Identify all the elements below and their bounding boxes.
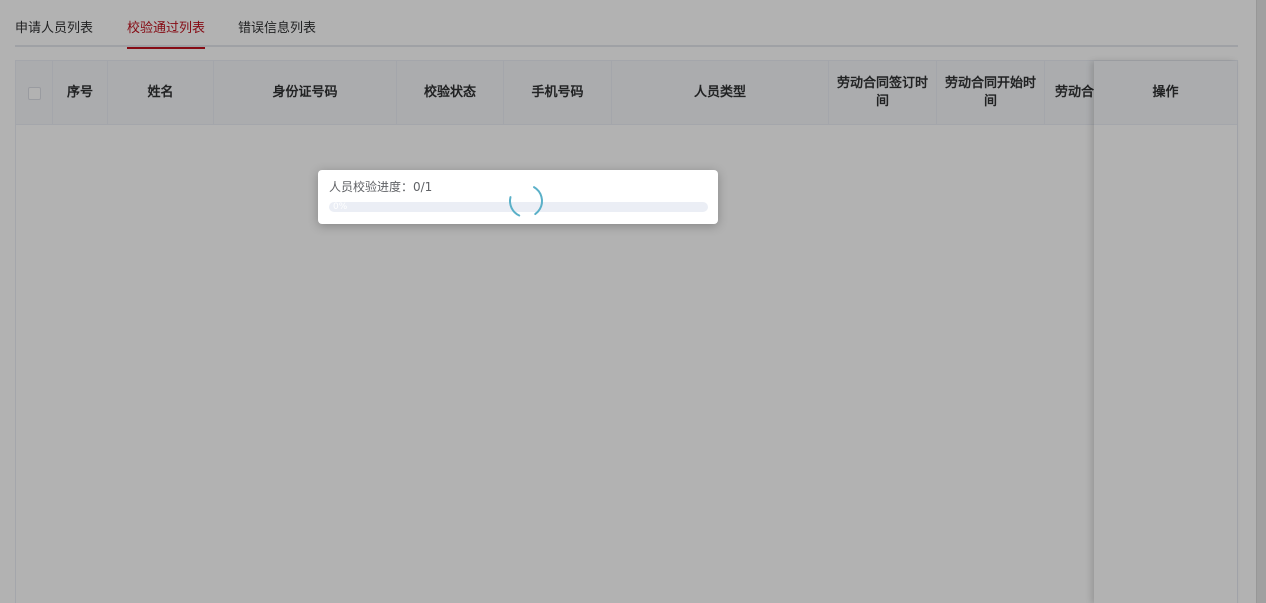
loading-overlay [0,0,1266,603]
loading-spinner-icon [509,184,543,218]
progress-percent-text: 0% [333,202,348,212]
progress-label: 人员校验进度：0/1 [329,180,433,194]
